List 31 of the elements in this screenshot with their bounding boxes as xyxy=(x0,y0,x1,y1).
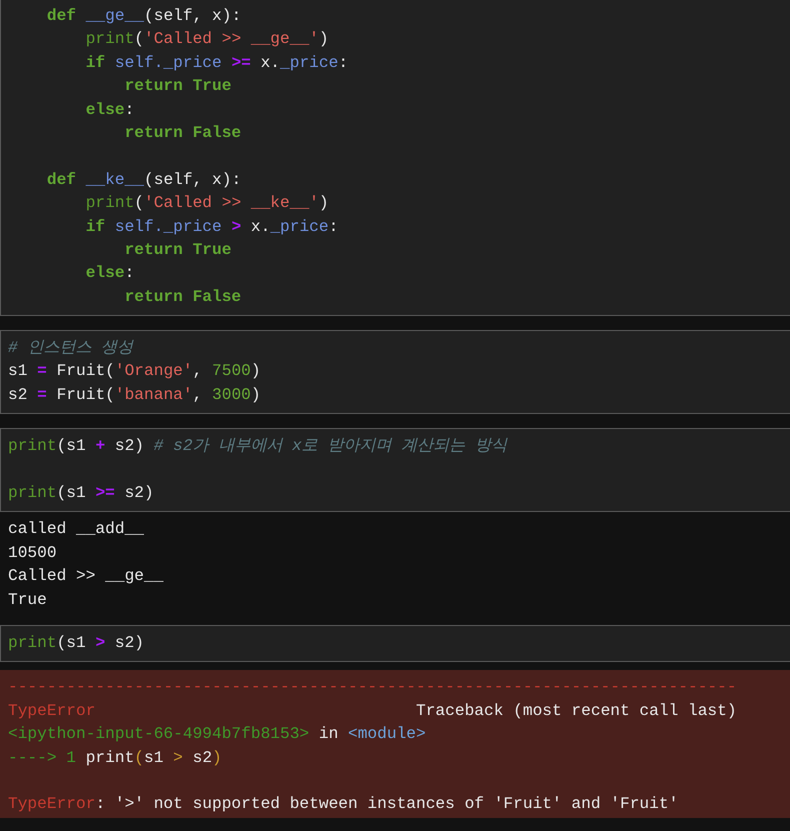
code-line: else: xyxy=(84,263,136,284)
code-line: # 인스턴스 생성 xyxy=(8,338,135,360)
output-line: True xyxy=(8,590,48,611)
traceback-line: ----> 1 print(s1 > s2) xyxy=(8,748,223,769)
code-line: print(s1 + s2) # s2가 내부에서 x로 받아지며 계산되는 방식 xyxy=(8,436,509,458)
code-line: def __ke__(self, x): xyxy=(46,170,242,191)
code-line: if self._price > x._price: xyxy=(84,216,340,238)
code-line: return False xyxy=(124,122,242,144)
code-line: print('Called >> __ke__') xyxy=(84,193,330,214)
code-line: if self._price >= x._price: xyxy=(84,52,350,74)
output-line: 10500 xyxy=(8,542,58,564)
code-cell[interactable]: print(s1 > s2) xyxy=(0,624,790,662)
code-cell[interactable] xyxy=(0,0,790,316)
code-cell[interactable]: print(s1 + s2) # s2가 내부에서 x로 받아지며 계산되는 방식 print(s1 >= s2) xyxy=(0,428,790,512)
code-line: print(s1 >= s2) xyxy=(8,483,155,504)
code-line: return True xyxy=(124,76,232,98)
code-cell[interactable]: # 인스턴스 생성 s1 = Fruit('Orange', 7500) s2 = Fruit('banana', 3000) xyxy=(0,330,790,414)
code-line: else: xyxy=(84,100,136,121)
code-line: def __ge__(self, x): xyxy=(46,6,242,27)
traceback-line: TypeError Traceback (most recent call last) xyxy=(8,700,738,722)
code-line: s2 = Fruit('banana', 3000) xyxy=(8,384,262,406)
output-line: Called >> __ge__ xyxy=(8,566,164,588)
code-line: print('Called >> __ge__') xyxy=(84,29,330,50)
traceback-line: <ipython-input-66-4994b7fb8153> in <module> xyxy=(8,724,427,746)
code-line: print(s1 > s2) xyxy=(8,632,146,654)
code-line: return False xyxy=(124,286,242,308)
traceback-line: TypeError: '>' not supported between instances of 'Fruit' and 'Fruit' xyxy=(8,794,680,816)
output-line: called __add__ xyxy=(8,519,145,540)
code-line: s1 = Fruit('Orange', 7500) xyxy=(8,361,262,382)
traceback-line: --------------------------------------------------------------------------- xyxy=(8,677,738,698)
code-line: return True xyxy=(124,240,232,261)
